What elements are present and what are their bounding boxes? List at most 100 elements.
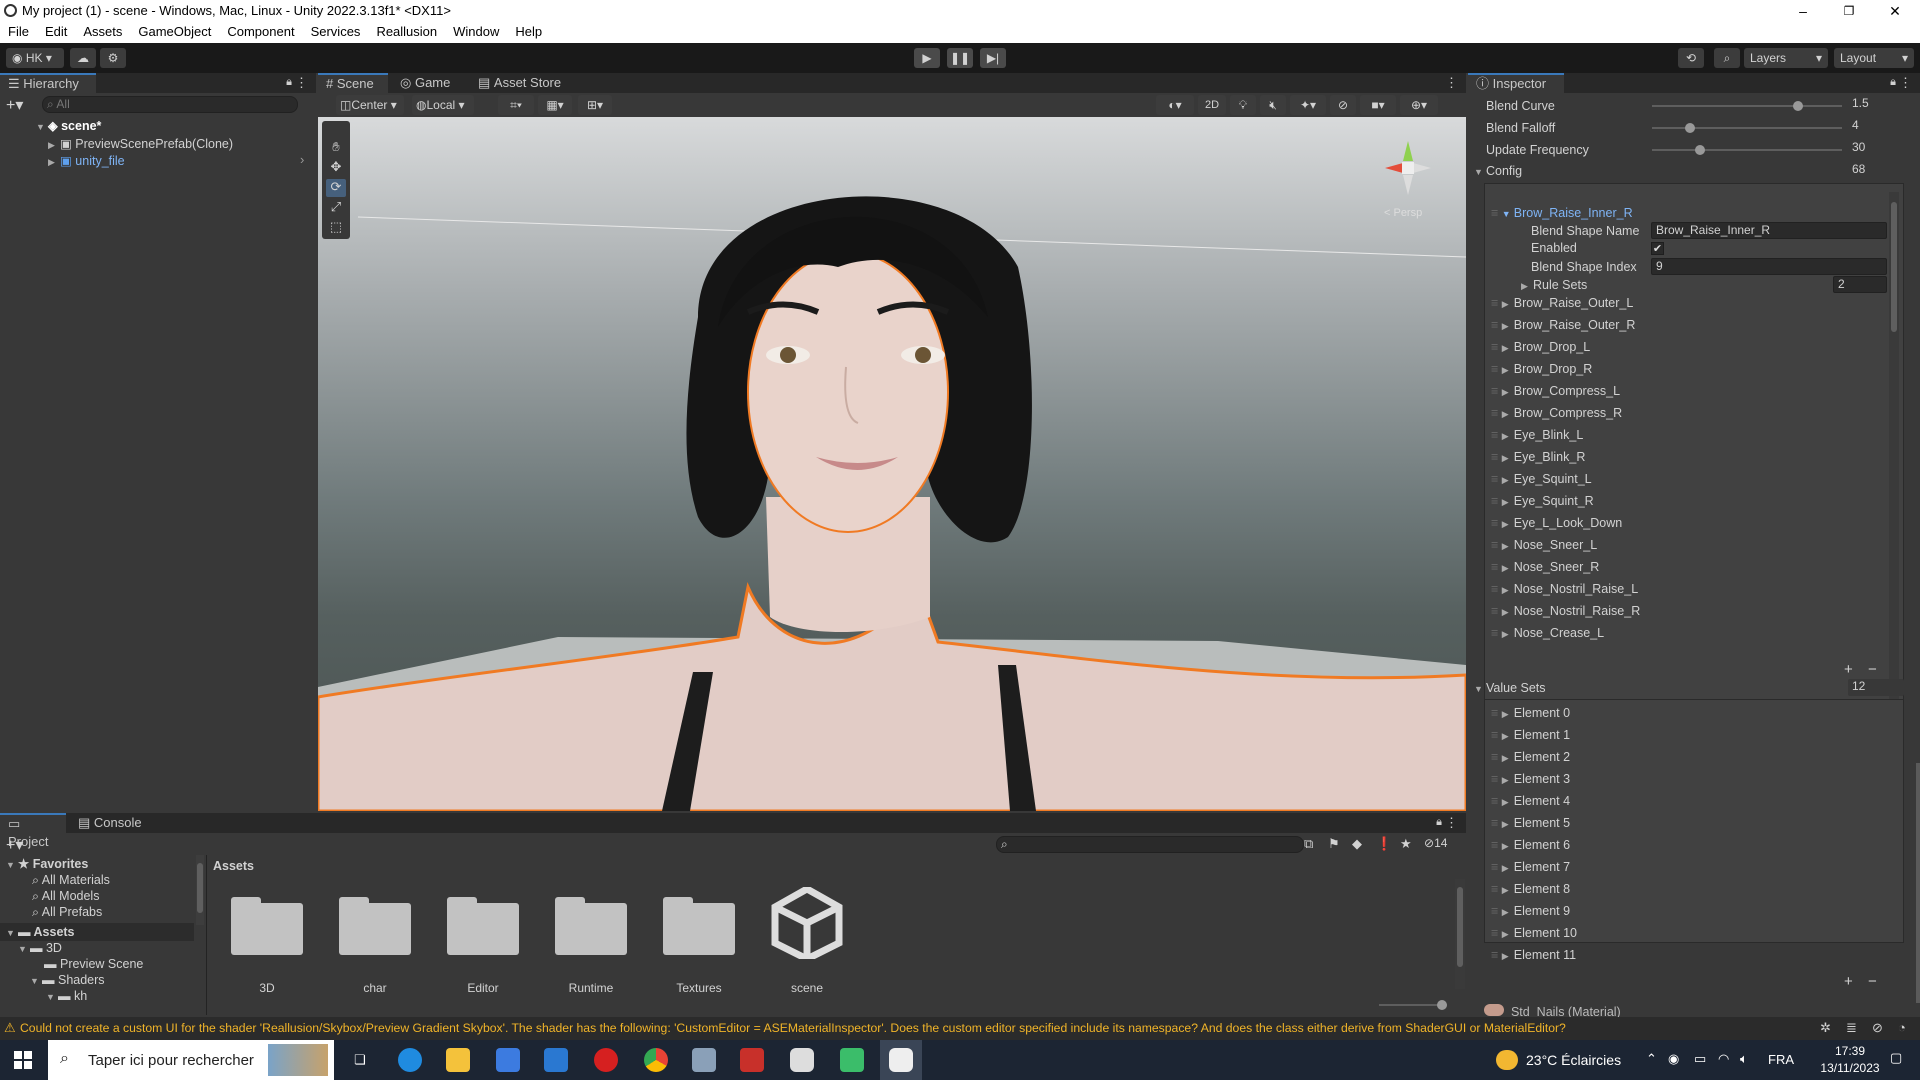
asset-item[interactable]: char xyxy=(325,883,425,1009)
chevron-right-icon[interactable]: › xyxy=(300,152,304,167)
update-frequency-slider-knob[interactable] xyxy=(1694,145,1705,155)
tab-hierarchy[interactable]: ☰ Hierarchy xyxy=(0,73,96,93)
blend-shape-name-input[interactable]: Brow_Raise_Inner_R xyxy=(1651,222,1887,239)
move-tool-icon[interactable]: ✥ xyxy=(326,159,346,177)
asset-item[interactable]: 3D xyxy=(217,883,317,1009)
menu-help[interactable]: Help xyxy=(507,22,550,43)
config-scrollbar[interactable] xyxy=(1889,192,1899,722)
drag-handle-icon[interactable]: ≡ xyxy=(1491,494,1502,508)
list-item[interactable]: ≡ ▶ Nose_Nostril_Raise_R xyxy=(1491,602,1640,620)
drag-handle-icon[interactable]: ≡ xyxy=(1491,516,1502,530)
asset-item[interactable]: Runtime xyxy=(541,883,641,1009)
chrome-browser-icon[interactable] xyxy=(644,1048,668,1072)
drag-handle-icon[interactable]: ≡ xyxy=(1491,728,1502,742)
list-item[interactable]: ≡ ▶ Element 4 xyxy=(1491,792,1570,810)
minimize-button[interactable]: – xyxy=(1780,0,1826,22)
drag-handle-icon[interactable]: ≡ xyxy=(1491,318,1502,332)
history-icon[interactable]: ⟲ xyxy=(1678,48,1704,68)
drag-handle-icon[interactable]: ≡ xyxy=(1491,772,1502,786)
drag-handle-icon[interactable]: ≡ xyxy=(1491,816,1502,830)
menu-edit[interactable]: Edit xyxy=(37,22,75,43)
unity-editor-task-active[interactable] xyxy=(880,1040,922,1080)
add-icon[interactable]: +▾ xyxy=(6,95,23,115)
hierarchy-search-input[interactable]: ⌕ All xyxy=(42,96,298,113)
expand-arrow-icon[interactable]: ▶ xyxy=(48,153,60,171)
tray-icon[interactable]: ◉ xyxy=(1668,1051,1679,1067)
asset-scrollbar[interactable] xyxy=(1455,879,1465,989)
drag-handle-icon[interactable]: ≡ xyxy=(1491,340,1502,354)
list-item[interactable]: ≡ ▶ Element 2 xyxy=(1491,748,1570,766)
tab-asset-store[interactable]: ▤ Asset Store xyxy=(470,73,569,93)
status-bar[interactable]: ⚠ Could not create a custom UI for the s… xyxy=(0,1017,1920,1040)
drag-handle-icon[interactable]: ≡ xyxy=(1491,838,1502,852)
list-item[interactable]: ≡ ▶ Element 9 xyxy=(1491,902,1570,920)
draw-mode-icon[interactable]: ◐▾ xyxy=(1156,95,1194,115)
grid-snap-icon[interactable]: ⌗▾ xyxy=(498,95,534,115)
drag-handle-icon[interactable]: ≡ xyxy=(1491,604,1502,618)
auto-generate-icon[interactable]: ⊘ xyxy=(1872,1020,1883,1036)
list-item[interactable]: ≡ ▶ Eye_L_Look_Down xyxy=(1491,514,1622,532)
maximize-button[interactable]: ❐ xyxy=(1826,0,1872,22)
search-by-label-icon[interactable]: ⚑ xyxy=(1328,836,1340,852)
search-by-type-icon[interactable]: ⧉ xyxy=(1304,836,1313,852)
blend-curve-slider-knob[interactable] xyxy=(1793,101,1804,111)
list-item[interactable]: ≡ ▶ Element 1 xyxy=(1491,726,1570,744)
inspector-scrollbar[interactable] xyxy=(1916,763,1920,1003)
toggle-2d-button[interactable]: 2D xyxy=(1198,95,1226,115)
expand-arrow-icon[interactable]: ▼ xyxy=(36,118,48,136)
rotate-tool-icon[interactable]: ⟳ xyxy=(326,179,346,197)
search-icon[interactable]: ⌕ xyxy=(1714,48,1740,68)
list-item[interactable]: ≡ ▶ Eye_Blink_L xyxy=(1491,426,1583,444)
kebab-menu-icon[interactable]: ⋮ xyxy=(1445,75,1458,91)
bug-icon[interactable]: ✲ xyxy=(1820,1020,1831,1036)
assets-breadcrumb[interactable]: Assets xyxy=(213,857,254,875)
drag-handle-icon[interactable]: ≡ xyxy=(1491,428,1502,442)
drag-handle-icon[interactable]: ≡ xyxy=(1491,926,1502,940)
kebab-menu-icon[interactable]: ⋮ xyxy=(1899,75,1912,91)
lock-icon[interactable]: 🔒︎ xyxy=(1436,816,1442,829)
drag-handle-icon[interactable]: ≡ xyxy=(1491,904,1502,918)
drag-handle-icon[interactable]: ≡ xyxy=(1491,882,1502,896)
list-item[interactable]: ≡ ▶ Element 11 xyxy=(1491,946,1576,964)
pivot-dropdown[interactable]: ◫Center ▾ xyxy=(336,95,404,115)
add-value-set-icon[interactable]: + xyxy=(1844,973,1853,990)
drag-handle-icon[interactable]: ≡ xyxy=(1491,750,1502,764)
app-green-icon[interactable] xyxy=(840,1048,864,1072)
project-search-input[interactable]: ⌕ xyxy=(996,836,1304,853)
config-count[interactable]: 68 xyxy=(1848,162,1904,179)
list-item[interactable]: ≡ ▶ Nose_Nostril_Raise_L xyxy=(1491,580,1638,598)
list-item[interactable]: ≡ ▶ Eye_Squint_L xyxy=(1491,470,1592,488)
menu-gameobject[interactable]: GameObject xyxy=(130,22,219,43)
collab-icon[interactable]: ⚙ xyxy=(100,48,126,68)
list-item[interactable]: ≡ ▶ Element 6 xyxy=(1491,836,1570,854)
unity-hub-icon[interactable] xyxy=(790,1048,814,1072)
scene-viewport[interactable]: ✋︎ ✥ ⟳ ⤢ ⬚ < Persp xyxy=(318,117,1466,811)
warnings-icon[interactable]: ❗ xyxy=(1376,836,1392,852)
list-item[interactable]: ≡ ▶ Nose_Sneer_L xyxy=(1491,536,1597,554)
blend-curve-value[interactable]: 1.5 xyxy=(1848,96,1904,113)
blend-falloff-slider[interactable] xyxy=(1652,127,1842,129)
rule-sets-foldout[interactable]: ▶ Rule Sets xyxy=(1521,276,1587,294)
notifications-icon[interactable]: ▢ xyxy=(1890,1050,1902,1066)
icon-size-slider-knob[interactable] xyxy=(1437,1000,1447,1010)
reallusion-icon[interactable] xyxy=(740,1048,764,1072)
config-foldout[interactable]: ▼ Config xyxy=(1474,162,1522,180)
asset-item[interactable]: Textures xyxy=(649,883,749,1009)
drag-handle-icon[interactable]: ≡ xyxy=(1491,560,1502,574)
pause-button[interactable]: ❚❚ xyxy=(947,48,973,68)
clock-date[interactable]: 13/11/2023 xyxy=(1816,1061,1884,1075)
language-indicator[interactable]: FRA xyxy=(1768,1052,1794,1067)
list-item-selected[interactable]: ≡ ▼ Brow_Raise_Inner_R xyxy=(1491,204,1633,222)
layers-dropdown[interactable]: Layers ▾ xyxy=(1744,48,1828,68)
menu-file[interactable]: File xyxy=(0,22,37,43)
blend-shape-index-input[interactable]: 9 xyxy=(1651,258,1887,275)
menu-window[interactable]: Window xyxy=(445,22,507,43)
tree-scrollbar[interactable] xyxy=(196,855,204,925)
update-frequency-slider[interactable] xyxy=(1652,149,1842,151)
mail-icon[interactable] xyxy=(544,1048,568,1072)
favorite-item[interactable]: ⌕ All Prefabs xyxy=(32,903,102,921)
drag-handle-icon[interactable]: ≡ xyxy=(1491,472,1502,486)
tab-project[interactable]: ▭ Project xyxy=(0,813,66,849)
lock-icon[interactable]: 🔒︎ xyxy=(1890,76,1896,89)
tree-folder[interactable]: ▼ ▬ kh xyxy=(46,987,87,1005)
